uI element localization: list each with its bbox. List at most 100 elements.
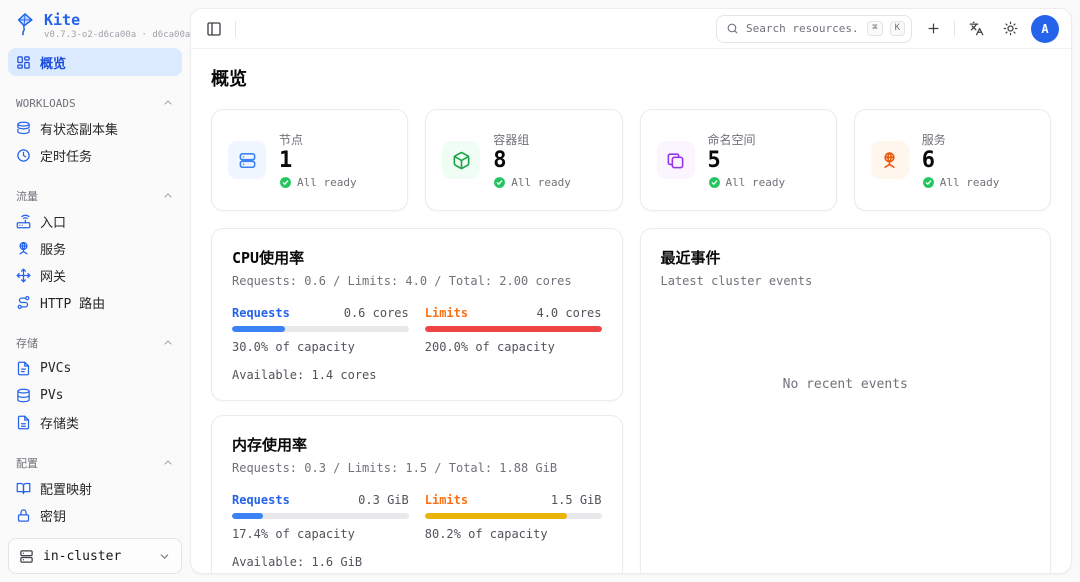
database-layers-icon	[16, 121, 31, 136]
stat-status-text: All ready	[511, 176, 571, 189]
sidebar-item-statefulsets[interactable]: 有状态副本集	[8, 115, 182, 142]
check-circle-icon	[922, 176, 935, 189]
user-avatar[interactable]: A	[1031, 15, 1059, 43]
stat-card-pods[interactable]: 容器组 8 All ready	[425, 109, 622, 211]
stats-grid: 节点 1 All ready 容器组 8 All	[211, 109, 1051, 211]
chevron-down-icon	[158, 550, 171, 563]
stat-value: 6	[922, 148, 1000, 173]
sidebar-item-label: 网关	[40, 266, 66, 285]
memory-usage-card: 内存使用率 Requests: 0.3 / Limits: 1.5 / Tota…	[211, 415, 623, 573]
globe-stand-icon	[871, 141, 909, 179]
sidebar-item-pvs[interactable]: PVs	[8, 382, 182, 409]
add-button[interactable]	[920, 16, 946, 42]
sidebar-toggle-button[interactable]	[201, 16, 227, 42]
stat-value: 8	[493, 148, 571, 173]
app-name: Kite	[44, 12, 190, 29]
sidebar-item-pvcs[interactable]: PVCs	[8, 355, 182, 382]
progress-fill	[425, 513, 567, 519]
divider	[954, 21, 955, 37]
stat-status-text: All ready	[726, 176, 786, 189]
sidebar-item-label: 入口	[40, 212, 66, 231]
sidebar-item-cronjobs[interactable]: 定时任务	[8, 142, 182, 169]
metric-value: 1.5 GiB	[551, 493, 602, 507]
divider	[235, 21, 236, 37]
stat-card-services[interactable]: 服务 6 All ready	[854, 109, 1051, 211]
sidebar-item-label: PVs	[40, 388, 63, 403]
languages-icon	[969, 21, 984, 36]
cpu-requests-metric: Requests 0.6 cores 30.0% of capacity	[232, 306, 409, 354]
page-content: 概览 节点 1 All ready	[191, 49, 1071, 573]
file-text-icon	[16, 361, 31, 376]
cluster-name: in-cluster	[43, 549, 149, 564]
globe-stand-icon	[16, 241, 31, 256]
sidebar-item-httproutes[interactable]: HTTP 路由	[8, 289, 182, 316]
cpu-available: Available: 1.4 cores	[232, 368, 602, 382]
sidebar-item-storageclasses[interactable]: 存储类	[8, 409, 182, 436]
copy-icon	[657, 141, 695, 179]
server-icon	[19, 549, 34, 564]
sidebar-group-storage: 存储 PVCs PVs 存储类	[8, 331, 182, 436]
progress-bar	[232, 513, 409, 519]
dashboard-icon	[16, 55, 31, 70]
cpu-limits-metric: Limits 4.0 cores 200.0% of capacity	[425, 306, 602, 354]
app-logo[interactable]: Kite v0.7.3-o2-d6ca00a · d6ca00a	[8, 10, 182, 48]
progress-bar	[425, 326, 602, 332]
language-button[interactable]	[963, 16, 989, 42]
progress-fill	[425, 326, 602, 332]
check-circle-icon	[279, 176, 292, 189]
progress-fill	[232, 326, 285, 332]
stat-label: 容器组	[493, 131, 571, 148]
router-icon	[16, 214, 31, 229]
sidebar-item-gateways[interactable]: 网关	[8, 262, 182, 289]
resource-grid: CPU使用率 Requests: 0.6 / Limits: 4.0 / Tot…	[211, 228, 1051, 573]
chevron-up-icon	[162, 457, 174, 469]
metric-label: Requests	[232, 493, 290, 507]
sidebar-item-label: 配置映射	[40, 479, 92, 498]
kite-logo-icon	[14, 12, 36, 36]
recent-events-card: 最近事件 Latest cluster events No recent eve…	[640, 228, 1052, 573]
group-label: 流量	[16, 188, 38, 204]
memory-card-title: 内存使用率	[232, 434, 602, 455]
stat-label: 命名空间	[708, 131, 786, 148]
app-version: v0.7.3-o2-d6ca00a · d6ca00a	[44, 31, 190, 41]
sidebar-item-label: 概览	[40, 53, 66, 72]
page-title: 概览	[211, 65, 1051, 91]
theme-toggle-button[interactable]	[997, 16, 1023, 42]
sidebar-item-label: PVCs	[40, 361, 71, 376]
sidebar-item-services[interactable]: 服务	[8, 235, 182, 262]
sidebar-item-ingress[interactable]: 入口	[8, 208, 182, 235]
package-icon	[442, 141, 480, 179]
chevron-up-icon	[162, 337, 174, 349]
metric-value: 0.3 GiB	[358, 493, 409, 507]
server-icon	[228, 141, 266, 179]
memory-requests-metric: Requests 0.3 GiB 17.4% of capacity	[232, 493, 409, 541]
group-header-config[interactable]: 配置	[8, 451, 182, 475]
group-header-storage[interactable]: 存储	[8, 331, 182, 355]
group-header-traffic[interactable]: 流量	[8, 184, 182, 208]
events-card-subtitle: Latest cluster events	[661, 274, 1031, 288]
memory-limits-metric: Limits 1.5 GiB 80.2% of capacity	[425, 493, 602, 541]
search-box[interactable]: ⌘ K	[716, 15, 912, 43]
sidebar-group-traffic: 流量 入口 服务 网关 HTTP 路由	[8, 184, 182, 316]
search-input[interactable]	[746, 22, 860, 35]
sidebar-item-label: 服务	[40, 239, 66, 258]
cpu-card-title: CPU使用率	[232, 247, 602, 268]
sidebar-group-config: 配置 配置映射 密钥	[8, 451, 182, 529]
sidebar-item-configmaps[interactable]: 配置映射	[8, 475, 182, 502]
sidebar-item-overview[interactable]: 概览	[8, 48, 182, 76]
stat-value: 5	[708, 148, 786, 173]
memory-available: Available: 1.6 GiB	[232, 555, 602, 569]
stat-card-nodes[interactable]: 节点 1 All ready	[211, 109, 408, 211]
capacity-text: 200.0% of capacity	[425, 340, 602, 354]
group-label: WORKLOADS	[16, 97, 76, 110]
cluster-selector[interactable]: in-cluster	[8, 538, 182, 574]
database-icon	[16, 388, 31, 403]
stat-card-namespaces[interactable]: 命名空间 5 All ready	[640, 109, 837, 211]
capacity-text: 30.0% of capacity	[232, 340, 409, 354]
group-label: 配置	[16, 455, 38, 471]
sidebar-item-secrets[interactable]: 密钥	[8, 502, 182, 529]
group-header-workloads[interactable]: WORKLOADS	[8, 91, 182, 115]
cpu-usage-card: CPU使用率 Requests: 0.6 / Limits: 4.0 / Tot…	[211, 228, 623, 401]
capacity-text: 17.4% of capacity	[232, 527, 409, 541]
chevron-up-icon	[162, 97, 174, 109]
